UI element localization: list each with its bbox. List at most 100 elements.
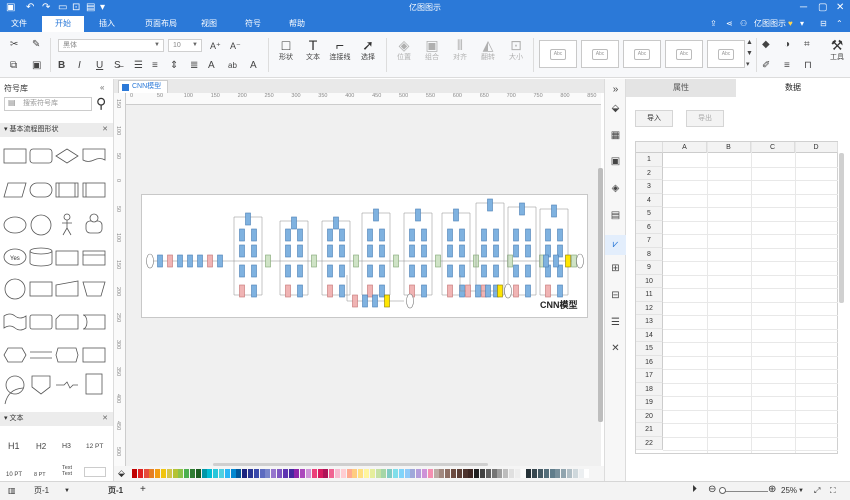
- color-swatch[interactable]: [132, 469, 137, 478]
- text-h2[interactable]: H2: [36, 442, 46, 451]
- layer-block[interactable]: [297, 284, 303, 298]
- layer-block[interactable]: [217, 254, 223, 268]
- text-effect-icon[interactable]: ab: [228, 60, 237, 72]
- manual-input-shape[interactable]: [55, 280, 79, 297]
- text-color-icon[interactable]: A: [208, 60, 215, 72]
- layer-block[interactable]: [453, 208, 459, 222]
- row-header[interactable]: 16: [636, 355, 663, 369]
- layer-block[interactable]: [327, 264, 333, 278]
- color-swatch[interactable]: [190, 469, 195, 478]
- stored-data-shape[interactable]: [29, 314, 53, 330]
- color-swatch[interactable]: [427, 469, 433, 478]
- layer-block[interactable]: [409, 228, 415, 242]
- layer-block[interactable]: [285, 244, 291, 258]
- layer-block[interactable]: [421, 228, 427, 242]
- align-icon[interactable]: ≣: [190, 60, 198, 72]
- cut-icon[interactable]: ✂: [10, 39, 18, 51]
- style-preset-5[interactable]: Abc: [707, 40, 745, 68]
- layer-block[interactable]: [545, 284, 551, 298]
- data-sheet[interactable]: A B C D 1 2 3 4 5 6 7 8 9 10 11 12 13 14 15 16 17 18 19 20 2…: [635, 141, 838, 454]
- layer-block[interactable]: [367, 228, 373, 242]
- import-button[interactable]: 导入: [635, 110, 673, 127]
- text-h3[interactable]: H3: [62, 443, 71, 450]
- color-swatch[interactable]: [375, 469, 381, 478]
- column-header[interactable]: A: [663, 142, 707, 153]
- shape-button[interactable]: □ 形状: [273, 37, 299, 63]
- document-shape[interactable]: [82, 148, 106, 162]
- layer-block[interactable]: [239, 244, 245, 258]
- row-header[interactable]: 12: [636, 301, 663, 315]
- sheet-scrollbar[interactable]: [839, 153, 844, 303]
- layer-block[interactable]: [459, 228, 465, 242]
- highlight-icon[interactable]: A: [250, 60, 257, 72]
- punched-tape-shape[interactable]: [3, 313, 27, 331]
- color-swatch[interactable]: [393, 469, 398, 478]
- color-swatch[interactable]: [352, 469, 358, 478]
- column-header[interactable]: B: [707, 142, 751, 153]
- connector-button[interactable]: ⌐ 连接线: [327, 37, 353, 63]
- color-swatch[interactable]: [503, 469, 509, 478]
- color-swatch[interactable]: [578, 469, 584, 478]
- layer-block[interactable]: [251, 284, 257, 298]
- text-box-sample[interactable]: [84, 467, 106, 477]
- color-swatch[interactable]: [161, 469, 166, 478]
- color-swatch[interactable]: [398, 469, 404, 478]
- layer-block[interactable]: [339, 264, 345, 278]
- chevron-down-icon[interactable]: ▼: [64, 485, 70, 497]
- fill-icon[interactable]: ◆: [762, 39, 770, 51]
- layer-block[interactable]: [525, 228, 531, 242]
- row-header[interactable]: 13: [636, 315, 663, 329]
- row-header[interactable]: 1: [636, 153, 663, 167]
- tab-view[interactable]: 视图: [190, 16, 228, 32]
- layer-block[interactable]: [481, 264, 487, 278]
- text-h1[interactable]: H1: [8, 441, 20, 451]
- io-node[interactable]: [146, 253, 154, 269]
- layer-block[interactable]: [291, 216, 297, 230]
- color-swatch[interactable]: [219, 469, 224, 478]
- row-header[interactable]: 5: [636, 207, 663, 221]
- zoom-level[interactable]: 25%: [781, 485, 797, 497]
- color-swatch[interactable]: [364, 469, 369, 478]
- layer-block[interactable]: [333, 216, 339, 230]
- color-swatch[interactable]: [416, 469, 422, 478]
- paste-icon[interactable]: ▣: [32, 60, 41, 72]
- page-view-icon[interactable]: ▥: [8, 485, 16, 497]
- layer-block[interactable]: [571, 254, 577, 268]
- lock-icon[interactable]: ⊓: [804, 60, 812, 72]
- attachment-icon[interactable]: ⊟: [605, 289, 626, 303]
- font-grow-icon[interactable]: A⁺: [210, 40, 221, 52]
- layer-block[interactable]: [384, 294, 390, 308]
- shuffle-icon[interactable]: ✕: [605, 342, 626, 356]
- cnn-diagram[interactable]: [142, 195, 589, 319]
- color-swatch[interactable]: [224, 469, 230, 478]
- layer-block[interactable]: [421, 244, 427, 258]
- text-button[interactable]: T 文本: [300, 37, 326, 63]
- ellipse-shape[interactable]: [3, 216, 27, 234]
- color-swatch[interactable]: [514, 469, 520, 478]
- section-flowchart-header[interactable]: ▾ 基本流程图形状 ✕: [0, 123, 113, 137]
- layer-block[interactable]: [465, 284, 471, 298]
- color-swatch[interactable]: [323, 469, 329, 478]
- color-swatch[interactable]: [543, 469, 549, 478]
- text-body-2[interactable]: Text: [62, 471, 72, 477]
- user-icon[interactable]: ⚇: [740, 16, 747, 32]
- row-header[interactable]: 14: [636, 328, 663, 342]
- io-node[interactable]: [406, 293, 414, 309]
- layer-block[interactable]: [285, 284, 291, 298]
- layer-block[interactable]: [415, 208, 421, 222]
- user-name[interactable]: 亿图图示: [754, 16, 786, 32]
- layer-block[interactable]: [327, 244, 333, 258]
- fill-bucket-icon[interactable]: ⬙: [118, 468, 125, 479]
- layer-block[interactable]: [367, 264, 373, 278]
- share-icon[interactable]: ⋖: [726, 16, 733, 32]
- layer-block[interactable]: [379, 284, 385, 298]
- layer-block[interactable]: [367, 244, 373, 258]
- row-header[interactable]: 21: [636, 423, 663, 437]
- layer-block[interactable]: [352, 294, 358, 308]
- layer-block[interactable]: [513, 284, 519, 298]
- style-preset-4[interactable]: Abc: [665, 40, 703, 68]
- layer-block[interactable]: [265, 254, 271, 268]
- font-size-select[interactable]: 10 ▼: [168, 39, 202, 52]
- color-swatch[interactable]: [236, 469, 242, 478]
- page-icon[interactable]: ▤: [605, 209, 626, 223]
